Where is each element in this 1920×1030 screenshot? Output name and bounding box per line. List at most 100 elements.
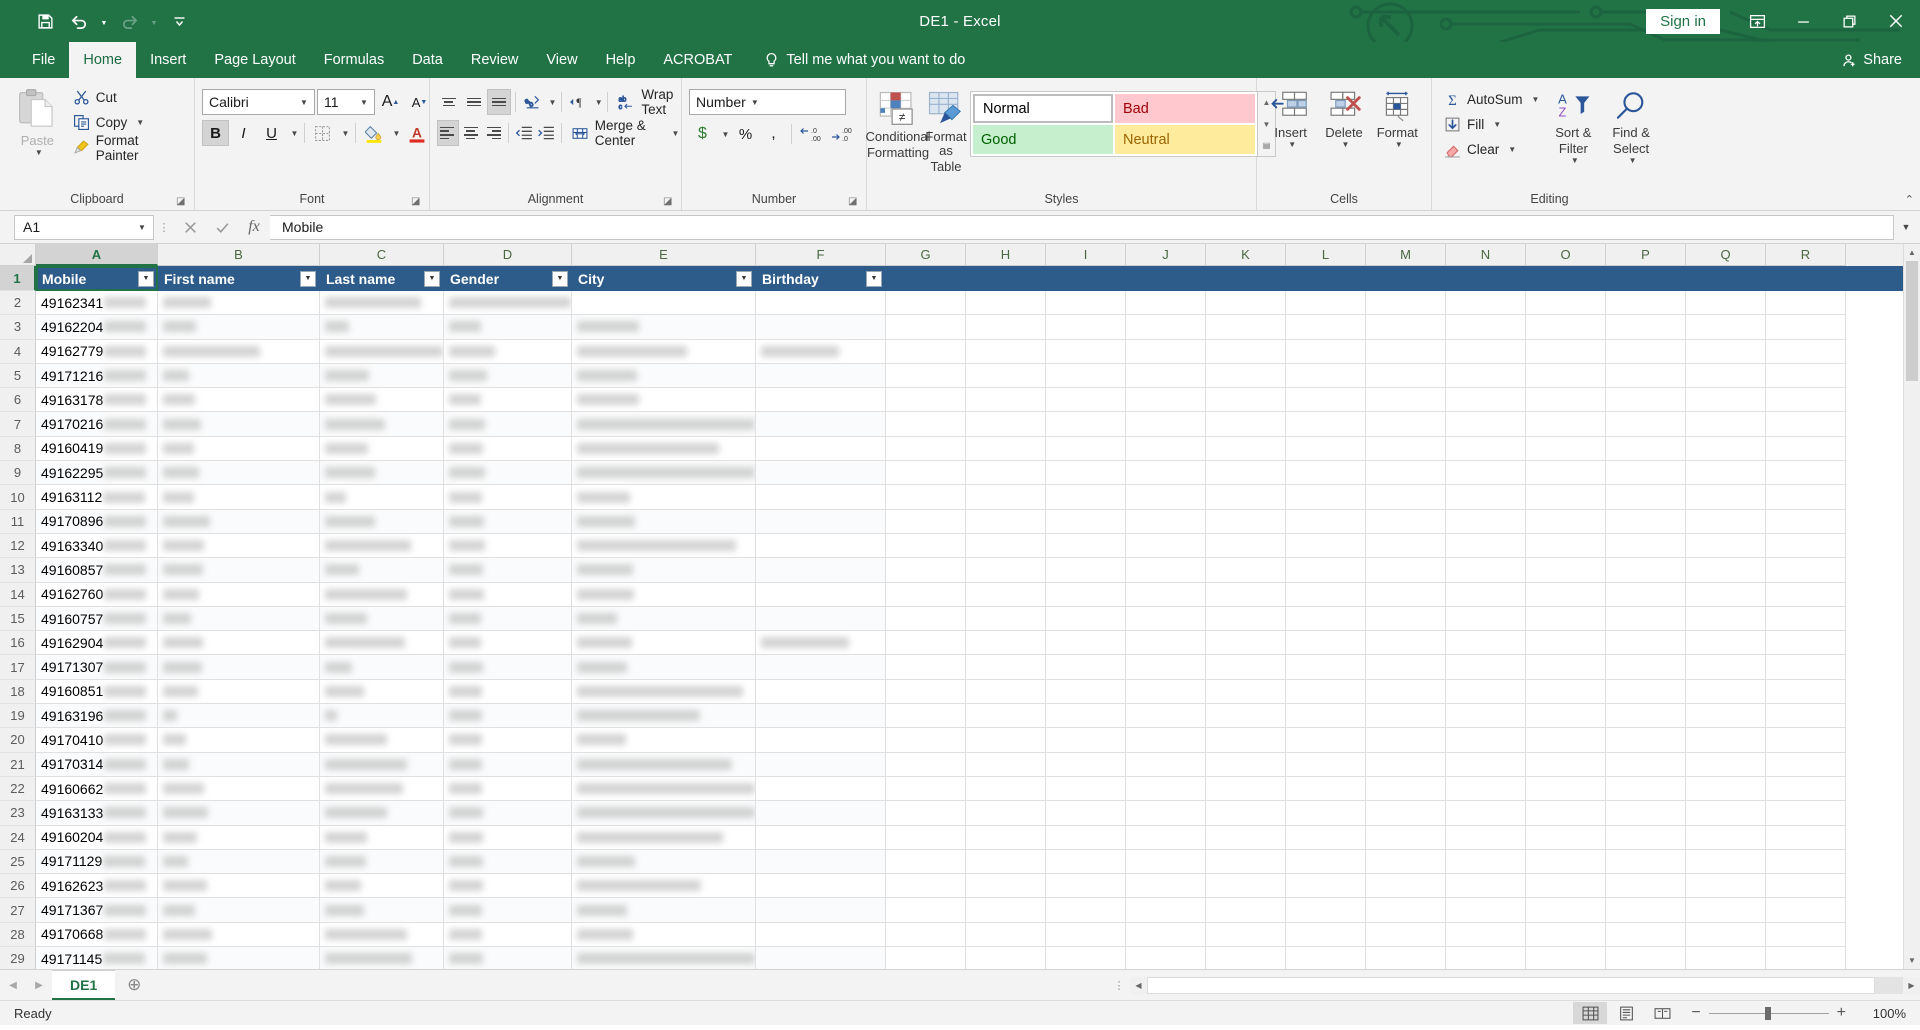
cell-b13[interactable]	[158, 558, 320, 583]
cell-c20[interactable]	[320, 728, 444, 753]
cell-f20[interactable]	[756, 728, 886, 753]
sort-filter-dropdown-arrow[interactable]: ▼	[1571, 156, 1579, 165]
cell-k2[interactable]	[1206, 291, 1286, 316]
cell-n5[interactable]	[1446, 363, 1526, 389]
align-top-button[interactable]	[437, 89, 461, 115]
align-bottom-button[interactable]	[486, 89, 511, 115]
cell-c24[interactable]	[320, 825, 444, 850]
column-header-d[interactable]: D	[444, 244, 572, 266]
cell-r22[interactable]	[1766, 776, 1846, 802]
cell-a20[interactable]: 49170410	[36, 728, 158, 753]
table-header-city[interactable]: City ▼	[572, 266, 756, 291]
cell-j7[interactable]	[1126, 412, 1206, 437]
cell-f17[interactable]	[756, 655, 886, 680]
cell-r17[interactable]	[1766, 655, 1846, 680]
cell-b11[interactable]	[158, 509, 320, 534]
cell-m26[interactable]	[1366, 874, 1446, 899]
cell-h23[interactable]	[966, 801, 1046, 826]
cell-o15[interactable]	[1526, 606, 1606, 632]
row-header-8[interactable]: 8	[0, 436, 36, 462]
cell-a22[interactable]: 49160662	[36, 776, 158, 802]
cell-i9[interactable]	[1046, 461, 1126, 486]
cell-p2[interactable]	[1606, 291, 1686, 316]
cell-q10[interactable]	[1686, 485, 1766, 510]
cell-j24[interactable]	[1126, 825, 1206, 850]
cell-q8[interactable]	[1686, 436, 1766, 462]
cell-b6[interactable]	[158, 388, 320, 413]
cell-b18[interactable]	[158, 679, 320, 705]
cell-i18[interactable]	[1046, 679, 1126, 705]
cell-h8[interactable]	[966, 436, 1046, 462]
cell-p5[interactable]	[1606, 363, 1686, 389]
cell-e14[interactable]	[572, 582, 756, 607]
style-neutral[interactable]: Neutral	[1115, 125, 1255, 154]
column-header-j[interactable]: J	[1126, 244, 1206, 266]
cell-k13[interactable]	[1206, 558, 1286, 583]
cell-b22[interactable]	[158, 776, 320, 802]
cell-o16[interactable]	[1526, 631, 1606, 656]
cell-o8[interactable]	[1526, 436, 1606, 462]
cell-o3[interactable]	[1526, 315, 1606, 340]
font-name-combo[interactable]: Calibri ▼	[202, 89, 315, 115]
row-header-3[interactable]: 3	[0, 315, 36, 340]
cell-o5[interactable]	[1526, 363, 1606, 389]
cell-n28[interactable]	[1446, 922, 1526, 948]
cell-e4[interactable]	[572, 339, 756, 364]
column-header-g[interactable]: G	[886, 244, 966, 266]
cell-q12[interactable]	[1686, 533, 1766, 559]
cell-o7[interactable]	[1526, 412, 1606, 437]
underline-dropdown-arrow[interactable]: ▼	[286, 120, 300, 146]
cell-r23[interactable]	[1766, 801, 1846, 826]
cell-d3[interactable]	[444, 315, 572, 340]
cell-p21[interactable]	[1606, 752, 1686, 777]
cell-e18[interactable]	[572, 679, 756, 705]
cell-n13[interactable]	[1446, 558, 1526, 583]
cell-k11[interactable]	[1206, 509, 1286, 534]
cell-d25[interactable]	[444, 849, 572, 875]
cell-h3[interactable]	[966, 315, 1046, 340]
cell-l14[interactable]	[1286, 582, 1366, 607]
style-good[interactable]: Good	[973, 125, 1113, 154]
cell-m25[interactable]	[1366, 849, 1446, 875]
cell-r13[interactable]	[1766, 558, 1846, 583]
cell-r4[interactable]	[1766, 339, 1846, 364]
cell-j26[interactable]	[1126, 874, 1206, 899]
cell-r26[interactable]	[1766, 874, 1846, 899]
cell-f5[interactable]	[756, 363, 886, 389]
cell-a2[interactable]: 49162341	[36, 291, 158, 316]
cell-a9[interactable]: 49162295	[36, 461, 158, 486]
cell-m22[interactable]	[1366, 776, 1446, 802]
cell-r16[interactable]	[1766, 631, 1846, 656]
cell-o27[interactable]	[1526, 898, 1606, 923]
cell-k3[interactable]	[1206, 315, 1286, 340]
cell-r18[interactable]	[1766, 679, 1846, 705]
cell-g6[interactable]	[886, 388, 966, 413]
cell-d22[interactable]	[444, 776, 572, 802]
cell-a17[interactable]: 49171307	[36, 655, 158, 680]
cell-j16[interactable]	[1126, 631, 1206, 656]
format-cells-dropdown-arrow[interactable]: ▼	[1395, 140, 1403, 149]
cell-e24[interactable]	[572, 825, 756, 850]
cell-p17[interactable]	[1606, 655, 1686, 680]
tab-formulas[interactable]: Formulas	[310, 42, 398, 78]
cell-g2[interactable]	[886, 291, 966, 316]
cell-e15[interactable]	[572, 606, 756, 632]
cell-m9[interactable]	[1366, 461, 1446, 486]
format-as-table-button[interactable]: Format as Table	[922, 87, 970, 177]
cell-f6[interactable]	[756, 388, 886, 413]
cell-b27[interactable]	[158, 898, 320, 923]
cell-e11[interactable]	[572, 509, 756, 534]
cell-a5[interactable]: 49171216	[36, 363, 158, 389]
cell-h25[interactable]	[966, 849, 1046, 875]
cell-q5[interactable]	[1686, 363, 1766, 389]
cell-c11[interactable]	[320, 509, 444, 534]
cell-h16[interactable]	[966, 631, 1046, 656]
insert-function-icon[interactable]: fx	[238, 214, 270, 240]
enter-check-icon[interactable]	[206, 214, 238, 240]
cell-o28[interactable]	[1526, 922, 1606, 948]
cell-m5[interactable]	[1366, 363, 1446, 389]
cell-c3[interactable]	[320, 315, 444, 340]
align-left-button[interactable]	[437, 120, 459, 146]
filter-dropdown-icon[interactable]: ▼	[138, 270, 154, 287]
number-format-combo[interactable]: Number ▼	[689, 89, 846, 115]
